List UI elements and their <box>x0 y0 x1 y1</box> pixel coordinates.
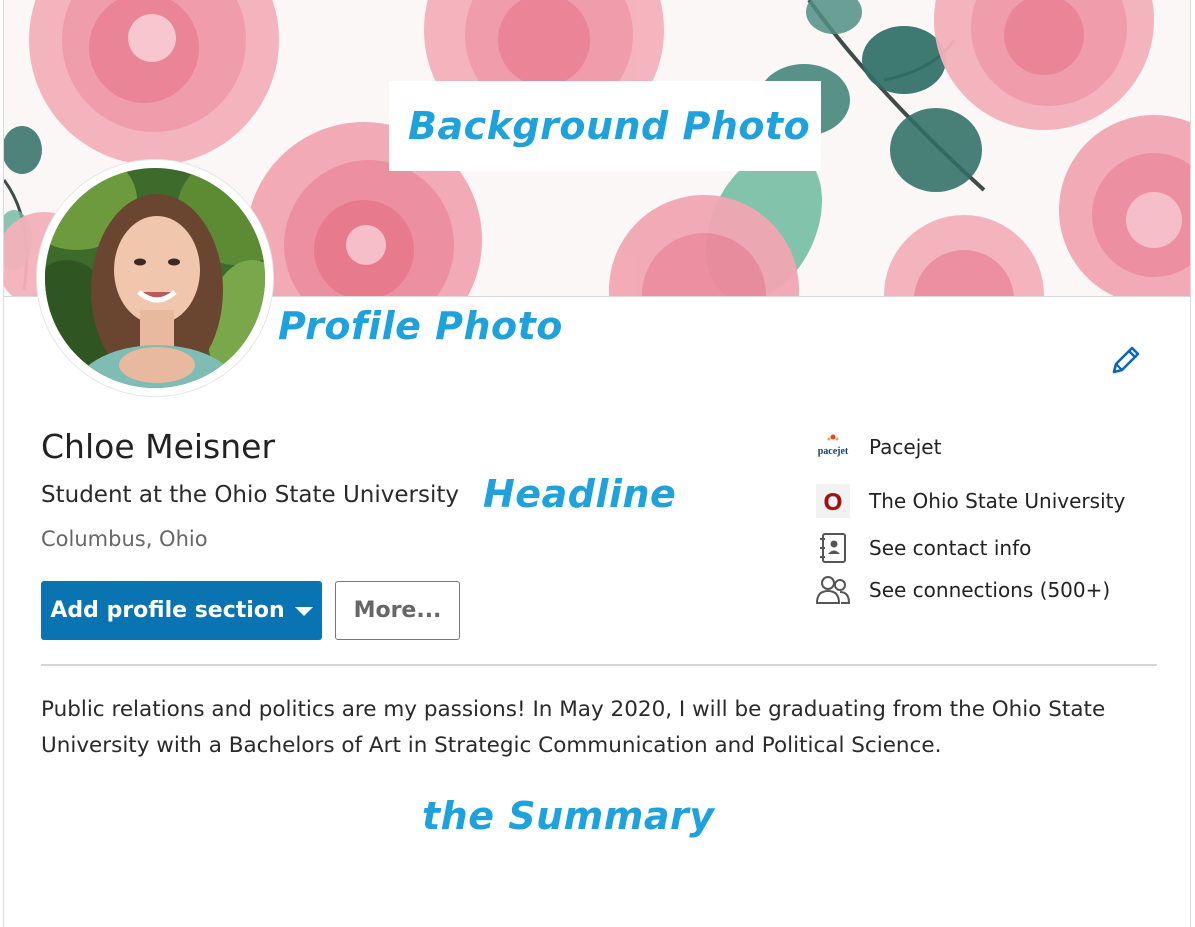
profile-card: Background Photo Profile Photo Chloe Mei… <box>3 0 1191 927</box>
caret-down-icon <box>294 607 313 616</box>
sidebar-item-ohio-state[interactable]: O The Ohio State University <box>814 481 1125 521</box>
profile-headline: Student at the Ohio State University <box>41 482 459 508</box>
sidebar-item-contact-info[interactable]: See contact info <box>814 528 1031 568</box>
annotation-headline: Headline <box>483 472 677 516</box>
sidebar-item-connections[interactable]: See connections (500+) <box>814 570 1110 610</box>
profile-photo[interactable] <box>37 160 273 396</box>
sidebar-item-label: See contact info <box>869 536 1032 560</box>
pencil-icon <box>1112 346 1140 374</box>
sidebar-item-label: See connections (500+) <box>869 578 1111 602</box>
sidebar-item-label: Pacejet <box>869 435 942 459</box>
add-profile-section-button[interactable]: Add profile section <box>41 581 322 640</box>
ohio-state-logo-text: O <box>824 489 843 516</box>
annotation-profile-photo: Profile Photo <box>278 304 563 348</box>
annotation-summary: the Summary <box>422 794 715 838</box>
more-label: More... <box>353 598 442 623</box>
add-profile-section-label: Add profile section <box>50 598 285 623</box>
sidebar-item-pacejet[interactable]: pacejet Pacejet <box>814 427 941 467</box>
pacejet-logo-text: pacejet <box>818 446 849 457</box>
sidebar-item-label: The Ohio State University <box>869 489 1126 513</box>
profile-name: Chloe Meisner <box>41 427 276 466</box>
annotation-background-photo: Background Photo <box>408 104 811 148</box>
more-button[interactable]: More... <box>335 581 460 640</box>
edit-profile-button[interactable] <box>1107 343 1143 379</box>
pacejet-logo-icon: pacejet <box>814 428 852 466</box>
people-icon <box>814 571 852 609</box>
profile-summary: Public relations and politics are my pas… <box>41 697 1106 758</box>
profile-location: Columbus, Ohio <box>41 527 208 551</box>
section-divider <box>41 664 1157 666</box>
avatar-illustration <box>37 160 273 396</box>
contact-card-icon <box>814 529 852 567</box>
ohio-state-logo-icon: O <box>814 482 852 520</box>
